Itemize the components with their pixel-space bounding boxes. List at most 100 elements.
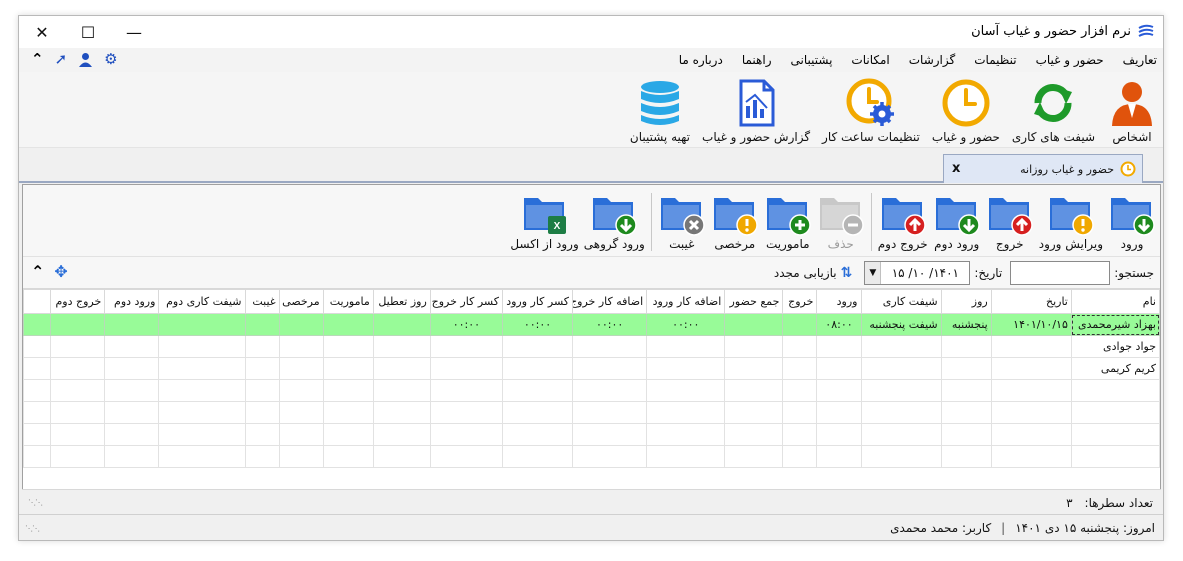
table-cell[interactable]: ۰۰:۰۰: [429, 313, 503, 336]
table-cell[interactable]: [372, 401, 431, 424]
table-cell[interactable]: [322, 313, 374, 336]
table-cell[interactable]: جواد جوادی: [1070, 335, 1161, 358]
table-cell[interactable]: [646, 335, 726, 358]
table-cell[interactable]: [816, 445, 862, 468]
table-cell[interactable]: [244, 401, 280, 424]
table-cell[interactable]: [322, 335, 374, 358]
table-cell[interactable]: [782, 445, 818, 468]
table-cell[interactable]: [158, 313, 246, 336]
table-cell[interactable]: [372, 313, 431, 336]
column-header[interactable]: ورود: [816, 289, 862, 314]
table-cell[interactable]: [860, 335, 942, 358]
menu-settings[interactable]: تنظیمات: [974, 53, 1016, 67]
table-cell[interactable]: [646, 401, 726, 424]
table-cell[interactable]: بهزاد شیرمحمدی: [1070, 313, 1161, 336]
table-cell[interactable]: [724, 357, 784, 380]
backup-button[interactable]: تهیه پشتیبان: [630, 78, 690, 144]
table-cell[interactable]: [104, 357, 160, 380]
table-cell[interactable]: [50, 335, 106, 358]
table-cell[interactable]: [724, 335, 784, 358]
table-cell[interactable]: [1070, 423, 1161, 446]
gear-icon[interactable]: ⚙: [104, 52, 117, 70]
maximize-button[interactable]: ☐: [65, 16, 111, 48]
table-cell[interactable]: [646, 445, 726, 468]
table-cell[interactable]: [816, 357, 862, 380]
table-cell[interactable]: [278, 313, 324, 336]
table-cell[interactable]: [322, 401, 374, 424]
table-cell[interactable]: [724, 379, 784, 402]
table-cell[interactable]: [860, 401, 942, 424]
table-cell[interactable]: [278, 379, 324, 402]
table-cell[interactable]: [429, 401, 503, 424]
table-row[interactable]: [22, 401, 1161, 424]
table-cell[interactable]: [158, 335, 246, 358]
table-cell[interactable]: [1070, 379, 1161, 402]
table-cell[interactable]: [158, 423, 246, 446]
table-cell[interactable]: کریم کریمی: [1070, 357, 1161, 380]
table-cell[interactable]: [990, 445, 1072, 468]
table-cell[interactable]: [940, 357, 992, 380]
column-header[interactable]: کسر کار ورود: [501, 289, 574, 314]
menu-support[interactable]: پشتیبانی: [791, 53, 833, 67]
table-row[interactable]: [22, 423, 1161, 446]
toolbar-button-group3-0[interactable]: ورود گروهی: [584, 192, 645, 251]
menu-features[interactable]: امکانات: [851, 53, 889, 67]
attendance-button[interactable]: حضور و غیاب: [932, 78, 1000, 144]
row-header[interactable]: [22, 445, 52, 468]
table-cell[interactable]: [816, 379, 862, 402]
row-header[interactable]: [22, 313, 52, 336]
column-header[interactable]: ماموریت: [322, 289, 374, 314]
table-cell[interactable]: [990, 379, 1072, 402]
toolbar-button-group2-2[interactable]: مرخصی: [711, 192, 759, 251]
date-picker[interactable]: ۱۴۰۱/ ۱۰/ ۱۵ ▼: [864, 260, 971, 285]
menu-reports[interactable]: گزارشات: [909, 53, 955, 67]
table-cell[interactable]: [501, 401, 574, 424]
table-cell[interactable]: [429, 357, 503, 380]
table-cell[interactable]: [501, 423, 574, 446]
table-cell[interactable]: [724, 423, 784, 446]
column-header[interactable]: نام: [1070, 289, 1161, 314]
table-cell[interactable]: [646, 423, 726, 446]
table-cell[interactable]: شیفت پنجشنبه: [860, 313, 942, 336]
table-cell[interactable]: [50, 401, 106, 424]
share-arrow-icon[interactable]: ➚: [55, 52, 68, 70]
table-cell[interactable]: [782, 401, 818, 424]
column-header[interactable]: روز: [940, 289, 992, 314]
table-cell[interactable]: [278, 335, 324, 358]
table-cell[interactable]: [429, 445, 503, 468]
menu-attendance[interactable]: حضور و غیاب: [1036, 53, 1104, 67]
table-cell[interactable]: [1070, 401, 1161, 424]
table-cell[interactable]: [646, 379, 726, 402]
toolbar-button-group2-1[interactable]: ماموریت: [764, 192, 812, 251]
table-cell[interactable]: [860, 357, 942, 380]
table-cell[interactable]: [724, 445, 784, 468]
table-cell[interactable]: [501, 357, 574, 380]
column-header[interactable]: شیفت کاری: [860, 289, 942, 314]
table-cell[interactable]: [860, 379, 942, 402]
table-cell[interactable]: [278, 401, 324, 424]
toolbar-button-group1-3[interactable]: ورود دوم: [933, 192, 981, 251]
table-cell[interactable]: [501, 445, 574, 468]
table-cell[interactable]: [372, 379, 431, 402]
table-cell[interactable]: [322, 357, 374, 380]
table-cell[interactable]: [572, 335, 648, 358]
table-cell[interactable]: ۰۰:۰۰: [646, 313, 726, 336]
column-header[interactable]: روز تعطیل: [372, 289, 431, 314]
table-cell[interactable]: [278, 423, 324, 446]
table-cell[interactable]: [50, 357, 106, 380]
table-cell[interactable]: [104, 379, 160, 402]
menu-about[interactable]: درباره ما: [679, 53, 723, 67]
table-cell[interactable]: [104, 313, 160, 336]
table-cell[interactable]: [50, 423, 106, 446]
table-cell[interactable]: ۰۸:۰۰: [816, 313, 862, 336]
table-cell[interactable]: پنجشنبه: [940, 313, 992, 336]
table-cell[interactable]: [244, 423, 280, 446]
table-cell[interactable]: [816, 423, 862, 446]
table-cell[interactable]: [782, 357, 818, 380]
table-cell[interactable]: [990, 335, 1072, 358]
table-cell[interactable]: [104, 401, 160, 424]
table-cell[interactable]: [158, 357, 246, 380]
table-cell[interactable]: [322, 379, 374, 402]
table-cell[interactable]: [158, 445, 246, 468]
close-tab-button[interactable]: x: [952, 161, 960, 176]
